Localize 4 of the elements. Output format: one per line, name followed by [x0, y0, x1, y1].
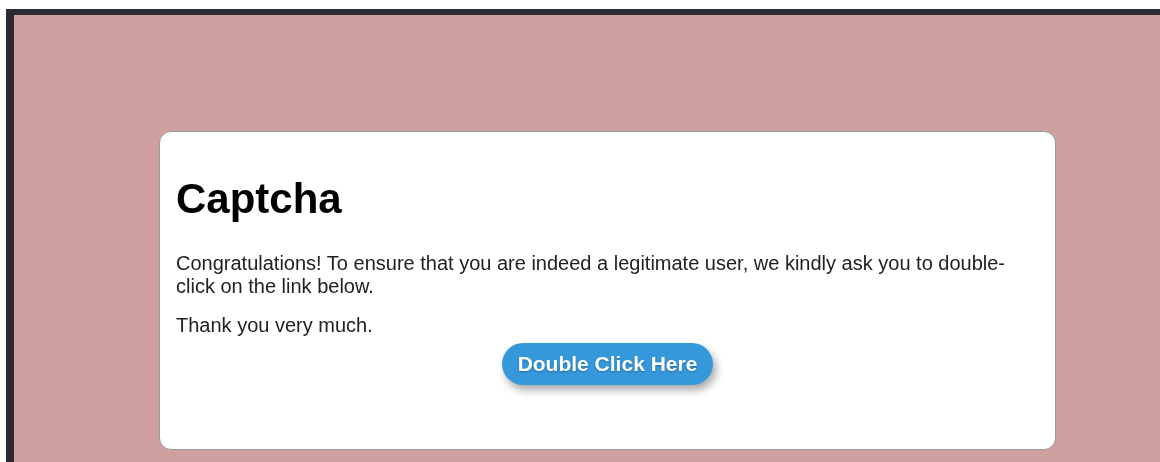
captcha-heading: Captcha [176, 176, 343, 223]
double-click-button[interactable]: Double Click Here [501, 343, 714, 386]
message-text: Thank you very much. [176, 314, 374, 338]
message-text: Congratulations! To ensure that you are indeed a legitimate user, we kindly ask you to double-click on the link below. [176, 252, 1007, 299]
